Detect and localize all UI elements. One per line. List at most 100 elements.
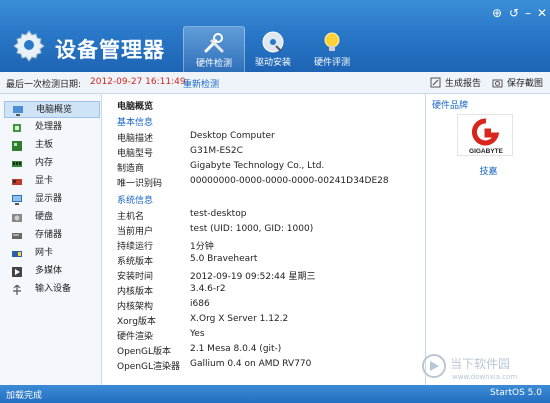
tab-hardware-check[interactable]: 硬件检测 — [183, 26, 245, 72]
display-icon — [12, 195, 22, 205]
info-value: 5.0 Braveheart — [190, 254, 258, 264]
section-title-basic: 基本信息 — [117, 118, 154, 128]
close-icon[interactable]: ✕ — [535, 6, 549, 20]
sidebar-item-cpu[interactable]: 处理器 — [4, 119, 100, 136]
info-value: Desktop Computer — [190, 131, 275, 141]
svg-text:GIGABYTE: GIGABYTE — [469, 148, 504, 155]
sidebar-item-graphics[interactable]: 显卡 — [4, 173, 100, 190]
sidebar-item-network[interactable]: 网卡 — [4, 245, 100, 262]
sidebar-item-input[interactable]: 输入设备 — [4, 281, 100, 298]
cpu-icon — [13, 124, 21, 132]
save-screenshot-label: 保存截图 — [507, 79, 544, 89]
sidebar-item-label: 硬盘 — [35, 212, 54, 222]
info-key: 电脑型号 — [117, 149, 154, 159]
info-key: 硬件渲染 — [117, 332, 154, 342]
motherboard-icon — [12, 141, 22, 151]
hard-disk-icon — [12, 214, 22, 222]
edit-icon — [430, 77, 441, 88]
svg-text:当下软件园: 当下软件园 — [450, 357, 510, 371]
section-title-system: 系统信息 — [117, 196, 154, 206]
gear-icon — [13, 30, 45, 62]
brand-logo: GIGABYTE — [457, 114, 513, 156]
brand-name[interactable]: 技嘉 — [426, 164, 550, 177]
info-key: 内核架构 — [117, 302, 154, 312]
tools-icon — [204, 33, 224, 53]
sidebar-item-hard-disk[interactable]: 硬盘 — [4, 209, 100, 226]
sidebar-item-label: 存储器 — [35, 230, 63, 240]
sidebar-item-label: 网卡 — [35, 248, 54, 258]
sidebar-item-label: 显示器 — [35, 194, 63, 204]
app-header: 设备管理器 硬件检测 驱动安装 硬件评测 ⊕ ↺ – ✕ — [0, 0, 550, 72]
svg-text:www.downxia.com: www.downxia.com — [452, 373, 517, 381]
sidebar-item-label: 处理器 — [35, 122, 63, 132]
sidebar-item-label: 主板 — [35, 140, 54, 150]
tab-label: 硬件检测 — [195, 59, 232, 69]
info-key: OpenGL渲染器 — [117, 362, 181, 372]
main-panel: 电脑概览 基本信息 电脑描述 Desktop Computer 电脑型号 G31… — [103, 94, 425, 385]
sidebar-item-label: 输入设备 — [35, 284, 72, 294]
os-version: StartOS 5.0 — [490, 388, 542, 398]
sidebar-item-label: 电脑概览 — [36, 105, 73, 115]
sidebar-item-storage[interactable]: 存储器 — [4, 227, 100, 244]
info-key: 唯一识别码 — [117, 179, 163, 189]
network-card-icon — [12, 251, 22, 257]
tab-driver-install[interactable]: 驱动安装 — [242, 26, 304, 72]
graphics-card-icon — [12, 179, 22, 185]
info-key: 持续运行 — [117, 242, 154, 252]
info-value: Gigabyte Technology Co., Ltd. — [190, 161, 325, 171]
info-value: 00000000-0000-0000-0000-00241D34DE28 — [190, 176, 389, 186]
info-value: Gallium 0.4 on AMD RV770 — [190, 359, 312, 369]
info-value: 2012-09-19 09:52:44 星期三 — [190, 272, 316, 282]
brand-panel-title: 硬件品牌 — [432, 101, 469, 111]
tab-label: 硬件评测 — [313, 58, 350, 68]
minimize-icon[interactable]: – — [521, 6, 535, 20]
generate-report-button[interactable]: 生成报告 — [430, 76, 481, 89]
sidebar-item-label: 内存 — [35, 158, 54, 168]
sidebar-item-memory[interactable]: 内存 — [4, 155, 100, 172]
watermark-logo: 当下软件园 www.downxia.com — [422, 354, 517, 381]
info-key: 主机名 — [117, 212, 145, 222]
last-check-value: 2012-09-27 16:11:49 — [90, 77, 186, 87]
info-value: 3.4.6-r2 — [190, 284, 226, 294]
sidebar-item-motherboard[interactable]: 主板 — [4, 137, 100, 154]
recheck-link[interactable]: 重新检测 — [183, 77, 219, 90]
generate-report-label: 生成报告 — [445, 79, 482, 89]
sidebar-item-overview[interactable]: 电脑概览 — [4, 101, 100, 118]
sidebar: 电脑概览 处理器 主板 内存 显卡 显示器 硬盘 存储器 网卡 多媒体 输入设备 — [0, 94, 102, 385]
info-key: 电脑描述 — [117, 134, 154, 144]
save-screenshot-button[interactable]: 保存截图 — [492, 76, 543, 89]
info-value: Yes — [190, 329, 205, 339]
info-key: 当前用户 — [117, 227, 154, 237]
tab-hardware-benchmark[interactable]: 硬件评测 — [301, 26, 363, 72]
sidebar-item-label: 多媒体 — [35, 266, 63, 276]
info-value: test (UID: 1000, GID: 1000) — [190, 224, 314, 234]
sidebar-item-display[interactable]: 显示器 — [4, 191, 100, 208]
info-value: test-desktop — [190, 209, 247, 219]
status-text: 加载完成 — [6, 391, 43, 401]
gigabyte-logo-icon: GIGABYTE — [469, 118, 504, 155]
sidebar-item-multimedia[interactable]: 多媒体 — [4, 263, 100, 280]
info-value: G31M-ES2C — [190, 146, 243, 156]
info-key: 安装时间 — [117, 272, 154, 282]
multimedia-icon — [12, 267, 22, 277]
page-title: 电脑概览 — [117, 102, 154, 112]
skin-icon[interactable]: ⊕ — [490, 6, 504, 20]
info-key: OpenGL版本 — [117, 347, 172, 357]
memory-icon — [12, 161, 22, 167]
camera-icon — [492, 79, 503, 88]
disc-icon — [262, 31, 284, 53]
input-device-icon — [13, 285, 21, 295]
info-key: 系统版本 — [117, 257, 154, 267]
last-check-label: 最后一次检测日期: — [6, 80, 82, 90]
storage-icon — [12, 233, 22, 239]
toolbar: 最后一次检测日期: 2012-09-27 16:11:49 重新检测 生成报告 … — [0, 72, 550, 94]
info-key: 内核版本 — [117, 287, 154, 297]
info-key: Xorg版本 — [117, 317, 156, 327]
monitor-icon — [13, 106, 23, 116]
brand-panel: 硬件品牌 GIGABYTE 技嘉 — [425, 94, 550, 385]
app-title: 设备管理器 — [55, 38, 165, 62]
help-icon[interactable]: ↺ — [507, 6, 521, 20]
info-value: 1分钟 — [190, 242, 214, 252]
info-value: 2.1 Mesa 8.0.4 (git-) — [190, 344, 282, 354]
tab-label: 驱动安装 — [254, 58, 291, 68]
